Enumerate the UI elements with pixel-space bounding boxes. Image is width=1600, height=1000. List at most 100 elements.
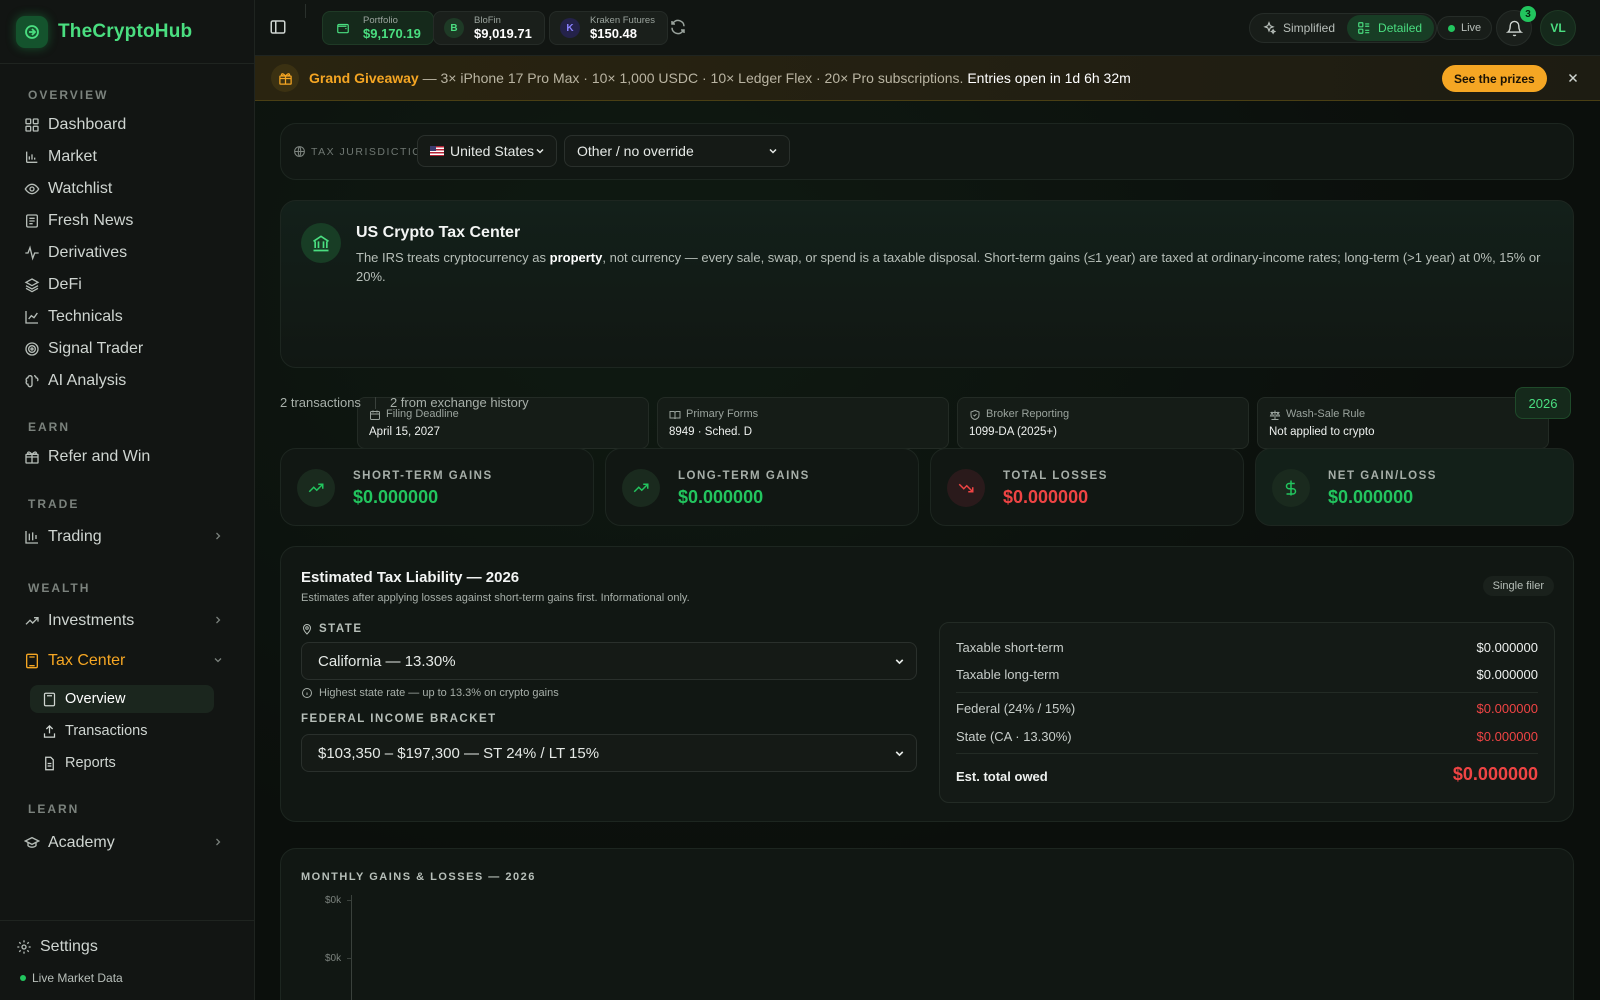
sidebar-item-fresh-news[interactable]: Fresh News xyxy=(24,207,232,235)
wallet-portfolio[interactable]: Portfolio $9,170.19 xyxy=(322,11,434,45)
brand-logo-icon xyxy=(16,15,48,48)
sidebar-item-label: Dashboard xyxy=(48,116,127,133)
year-select[interactable]: 2026 xyxy=(1515,387,1571,419)
desc-text: The IRS treats cryptocurrency as xyxy=(356,250,550,265)
upload-icon xyxy=(43,724,56,738)
state-select[interactable]: California — 13.30% xyxy=(301,642,917,680)
topbar: Portfolio $9,170.19 B BloFin $9,019.71 K… xyxy=(255,0,1600,56)
brand[interactable]: TheCryptoHub xyxy=(0,0,254,64)
wallet-label: Portfolio xyxy=(363,15,398,26)
sidebar-item-label: Watchlist xyxy=(48,180,113,197)
wallet-label: BloFin xyxy=(474,15,501,26)
sidebar-item-defi[interactable]: DeFi xyxy=(24,271,232,299)
bracket-select[interactable]: $103,350 – $197,300 — ST 24% / LT 15% xyxy=(301,734,917,772)
sidebar-subitem-overview[interactable]: Overview xyxy=(30,685,214,713)
jurisdiction-label: TAX JURISDICTION xyxy=(311,146,432,158)
see-prizes-button[interactable]: See the prizes xyxy=(1442,65,1547,92)
sidebar-item-trading[interactable]: Trading xyxy=(24,523,232,551)
sparkles-icon xyxy=(1263,21,1276,35)
refresh-icon[interactable] xyxy=(669,18,687,36)
sidebar-item-label: Fresh News xyxy=(48,212,134,229)
sidebar-item-label: DeFi xyxy=(48,276,82,293)
line-chart-icon xyxy=(25,311,38,324)
scale-icon xyxy=(1269,410,1281,420)
mode-simplified-button[interactable]: Simplified xyxy=(1252,15,1347,41)
info-icon xyxy=(302,688,312,698)
avatar[interactable]: VL xyxy=(1540,10,1576,46)
bank-icon xyxy=(301,223,341,263)
y-tick-label: $0k xyxy=(325,953,342,964)
kraken-logo-icon: K xyxy=(560,18,580,38)
override-select[interactable]: Other / no override xyxy=(564,135,790,167)
sidebar-footer: Settings Live Market Data xyxy=(0,920,255,985)
close-icon[interactable] xyxy=(1566,71,1580,85)
news-icon xyxy=(26,214,38,228)
state-label: STATE xyxy=(319,623,363,635)
wallet-icon xyxy=(333,18,353,38)
section-overview: OVERVIEW xyxy=(28,88,109,102)
kpi-value: $0.000000 xyxy=(678,487,764,507)
sidebar-item-label: Signal Trader xyxy=(48,340,144,357)
dollar-icon xyxy=(1272,469,1310,507)
chevron-right-icon xyxy=(216,838,221,846)
sidebar-item-academy[interactable]: Academy xyxy=(24,829,232,857)
calculator-icon xyxy=(43,692,56,706)
sidebar-item-market[interactable]: Market xyxy=(24,143,232,171)
sidebar-item-label: Tax Center xyxy=(48,652,126,669)
breakdown-value: $0.000000 xyxy=(1476,640,1538,655)
sidebar-item-label: Technicals xyxy=(48,308,123,325)
mode-detailed-button[interactable]: Detailed xyxy=(1347,15,1435,41)
sidebar-item-refer-and-win[interactable]: Refer and Win xyxy=(24,443,232,471)
candles-icon xyxy=(25,531,38,544)
y-tick-label: $0k xyxy=(325,895,342,906)
sidebar-item-label: Settings xyxy=(40,938,98,955)
chevron-down-icon xyxy=(769,148,777,154)
divider xyxy=(956,692,1538,693)
wallet-blofin[interactable]: B BloFin $9,019.71 xyxy=(433,11,545,45)
target-icon xyxy=(25,342,39,356)
brand-name: TheCryptoHub xyxy=(58,20,193,42)
section-wealth: WEALTH xyxy=(28,581,91,595)
sidebar-item-tax-center[interactable]: Tax Center xyxy=(24,647,232,675)
state-label-row: STATE xyxy=(301,623,363,635)
trend-up-icon xyxy=(25,617,39,625)
sidebar-item-settings[interactable]: Settings xyxy=(16,933,224,961)
sidebar-subitem-reports[interactable]: Reports xyxy=(30,749,214,777)
kpi-short-term-gains: SHORT-TERM GAINS $0.000000 xyxy=(280,448,594,526)
sidebar-item-technicals[interactable]: Technicals xyxy=(24,303,232,331)
sidebar-item-investments[interactable]: Investments xyxy=(24,607,232,635)
state-hint: Highest state rate — up to 13.3% on cryp… xyxy=(301,687,559,699)
sidebar-subitem-transactions[interactable]: Transactions xyxy=(30,717,214,745)
sidebar-item-label: Derivatives xyxy=(48,244,128,261)
tax-center-title: US Crypto Tax Center xyxy=(356,224,521,241)
notifications-button[interactable]: 3 xyxy=(1496,6,1536,46)
fact-broker-reporting: Broker Reporting 1099-DA (2025+) xyxy=(957,397,1249,449)
bracket-label: FEDERAL INCOME BRACKET xyxy=(301,713,497,725)
breakdown-label: State (CA · 13.30%) xyxy=(956,729,1072,744)
country-select[interactable]: United States xyxy=(417,135,557,167)
bracket-value: $103,350 – $197,300 — ST 24% / LT 15% xyxy=(318,744,600,762)
desc-emphasis: property xyxy=(549,250,603,265)
sidebar-item-signal-trader[interactable]: Signal Trader xyxy=(24,335,232,363)
fact-label: Wash-Sale Rule xyxy=(1286,408,1366,420)
transaction-source: 2 from exchange history xyxy=(389,395,529,410)
sidebar-item-watchlist[interactable]: Watchlist xyxy=(24,175,232,203)
liability-subtitle: Estimates after applying losses against … xyxy=(301,592,690,604)
fact-primary-forms: Primary Forms 8949 · Sched. D xyxy=(657,397,949,449)
fact-label: Broker Reporting xyxy=(986,408,1070,420)
pulse-icon xyxy=(25,245,39,261)
wallet-kraken-futures[interactable]: K Kraken Futures $150.48 xyxy=(549,11,668,45)
sidebar-item-ai-analysis[interactable]: AI Analysis xyxy=(24,367,232,395)
fact-value: 8949 · Sched. D xyxy=(669,426,753,438)
transaction-count: 2 transactions xyxy=(280,395,361,410)
total-owed-value: $0.000000 xyxy=(1452,764,1538,784)
mode-label: Detailed xyxy=(1378,21,1423,35)
sidebar-toggle-icon[interactable] xyxy=(269,18,287,36)
sidebar-item-dashboard[interactable]: Dashboard xyxy=(24,111,232,139)
kpi-label: LONG-TERM GAINS xyxy=(678,470,810,482)
chevron-down-icon xyxy=(536,148,544,154)
breakdown-label: Federal (24% / 15%) xyxy=(956,701,1076,716)
view-mode-toggle: Simplified Detailed xyxy=(1249,13,1438,43)
live-market-status: Live Market Data xyxy=(20,971,123,985)
sidebar-item-derivatives[interactable]: Derivatives xyxy=(24,239,232,267)
